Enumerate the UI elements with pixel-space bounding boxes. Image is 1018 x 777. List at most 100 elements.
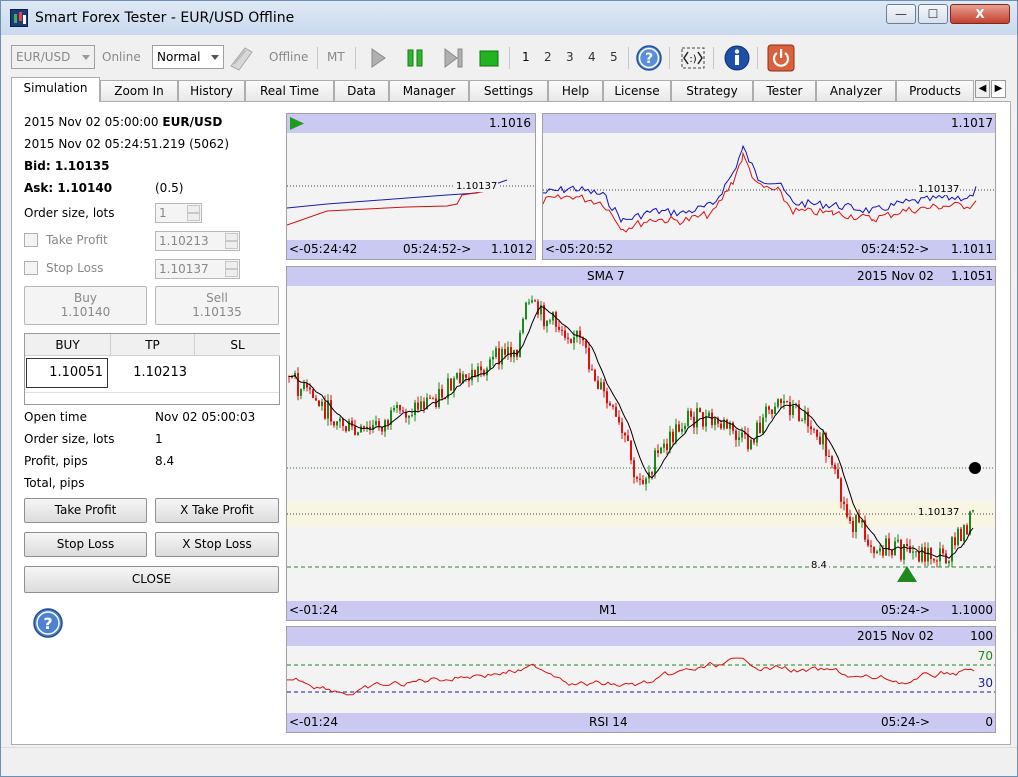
- tab-manager[interactable]: Manager: [389, 80, 469, 101]
- tab-help[interactable]: Help: [548, 80, 603, 101]
- sell-button[interactable]: Sell 1.10135: [155, 286, 279, 325]
- tab-scroll-right-icon[interactable]: ▶: [991, 80, 1006, 98]
- buy-arrow-icon: [897, 566, 917, 582]
- candle-body: [315, 398, 317, 401]
- tab-simulation[interactable]: Simulation: [11, 77, 100, 102]
- candle-body: [333, 421, 335, 426]
- tab-products[interactable]: Products: [896, 80, 974, 101]
- main-chart[interactable]: SMA 7 2015 Nov 02 1.1051 1.10137 8.4 <-0…: [286, 266, 996, 621]
- candle-body: [765, 406, 767, 418]
- play-icon[interactable]: [363, 44, 391, 72]
- stepper-down-icon[interactable]: [187, 213, 200, 221]
- candle-body: [558, 326, 560, 330]
- stop-loss-button[interactable]: Stop Loss: [24, 532, 147, 557]
- spread-value: (0.5): [155, 181, 184, 195]
- speed-1[interactable]: 1: [522, 50, 530, 64]
- x-take-profit-button[interactable]: X Take Profit: [155, 498, 279, 523]
- grid-cell-buy[interactable]: 1.10051: [26, 358, 108, 388]
- stop-icon[interactable]: [475, 44, 503, 72]
- tab-zoom-in[interactable]: Zoom In: [100, 80, 178, 101]
- offline-disk-icon[interactable]: [227, 44, 255, 72]
- stepper-up-icon[interactable]: [225, 233, 238, 241]
- tab-data[interactable]: Data: [334, 80, 389, 101]
- tab-analyzer[interactable]: Analyzer: [816, 80, 896, 101]
- chart-footer: <-05:20:52 05:24:52-> 1.1011: [543, 240, 995, 259]
- candle-body: [471, 369, 473, 381]
- tab-tester[interactable]: Tester: [753, 80, 816, 101]
- candle-body: [693, 416, 695, 428]
- speed-4[interactable]: 4: [588, 50, 596, 64]
- grid-cell-tp[interactable]: 1.10213: [111, 356, 191, 390]
- candle-body: [636, 477, 638, 479]
- help-icon[interactable]: ?: [32, 607, 64, 639]
- maximize-button[interactable]: ☐: [918, 4, 948, 24]
- close-window-button[interactable]: X: [950, 4, 1010, 24]
- take-profit-button[interactable]: Take Profit: [24, 498, 147, 523]
- tab-scroll-left-icon[interactable]: ◀: [975, 80, 990, 98]
- candle-body: [738, 437, 740, 440]
- tick-chart-1[interactable]: 1.1016 1.10137 <-05:24:42 05:24:52-> 1.1…: [286, 113, 536, 260]
- mode-select[interactable]: Normal: [152, 45, 224, 69]
- speed-3[interactable]: 3: [566, 50, 574, 64]
- close-position-button[interactable]: CLOSE: [24, 566, 279, 593]
- tab-strategy[interactable]: Strategy: [671, 80, 753, 101]
- tab-real-time[interactable]: Real Time: [245, 80, 334, 101]
- speed-5[interactable]: 5: [610, 50, 618, 64]
- stepper-up-icon[interactable]: [225, 261, 238, 269]
- stepper-down-icon[interactable]: [225, 241, 238, 249]
- help-icon[interactable]: ?: [635, 44, 663, 72]
- candle-body: [615, 406, 617, 417]
- fullscreen-icon[interactable]: :): [679, 44, 707, 72]
- mt-label[interactable]: MT: [327, 50, 345, 64]
- tab-license[interactable]: License: [603, 80, 671, 101]
- footer-mid: 05:24:52->: [861, 242, 930, 256]
- candle-body: [627, 435, 629, 441]
- stop-loss-stepper[interactable]: 1.10137: [155, 259, 240, 279]
- tab-settings[interactable]: Settings: [469, 80, 548, 101]
- online-label[interactable]: Online: [102, 50, 141, 64]
- buy-button[interactable]: Buy 1.10140: [24, 286, 147, 325]
- stepper-up-icon[interactable]: [187, 205, 200, 213]
- candle-body: [786, 401, 788, 403]
- tab-history[interactable]: History: [178, 80, 245, 101]
- take-profit-checkbox[interactable]: [24, 233, 38, 247]
- candle-body: [546, 320, 548, 327]
- stop-loss-checkbox[interactable]: [24, 261, 38, 275]
- candle-body: [639, 478, 641, 480]
- grid-header-buy: BUY: [25, 334, 111, 356]
- order-size-stepper[interactable]: 1: [155, 203, 202, 223]
- step-forward-icon[interactable]: [439, 44, 467, 72]
- symbol-select[interactable]: EUR/USD: [11, 45, 95, 69]
- play-marker-icon[interactable]: [289, 116, 305, 131]
- grid-header-tp: TP: [111, 334, 195, 356]
- x-stop-loss-button[interactable]: X Stop Loss: [155, 532, 279, 557]
- rsi-plot: [287, 657, 995, 696]
- rsi-chart[interactable]: 2015 Nov 02 100 70 30 <-01:24 RSI 14 05:…: [286, 626, 996, 733]
- drag-handle-icon[interactable]: [969, 462, 981, 474]
- candle-body: [801, 420, 803, 422]
- tick-chart-2[interactable]: 1.1017 1.10137 <-05:20:52 05:24:52-> 1.1…: [542, 113, 996, 260]
- rsi-upper-level: 70: [977, 649, 993, 663]
- offline-label[interactable]: Offline: [269, 50, 308, 64]
- candle-body: [531, 300, 533, 303]
- minimize-button[interactable]: —: [886, 4, 916, 24]
- grid-cell-sl[interactable]: [195, 356, 275, 390]
- take-profit-stepper[interactable]: 1.10213: [155, 231, 240, 251]
- toolbar-separator: [317, 47, 318, 69]
- sell-price: 1.10135: [192, 305, 242, 319]
- candle-body: [489, 359, 491, 369]
- stepper-down-icon[interactable]: [225, 269, 238, 277]
- candle-body: [456, 372, 458, 379]
- candle-body: [720, 423, 722, 429]
- chevron-down-icon: [82, 55, 90, 60]
- info-icon[interactable]: [723, 44, 751, 72]
- pause-icon[interactable]: [401, 44, 429, 72]
- candle-body: [675, 424, 677, 443]
- candle-body: [642, 479, 644, 485]
- chart-top-price: 1.1017: [951, 116, 993, 130]
- candle-body: [783, 401, 785, 404]
- candle-body: [321, 401, 323, 406]
- candle-body: [549, 320, 551, 322]
- power-icon[interactable]: [767, 44, 795, 72]
- speed-2[interactable]: 2: [544, 50, 552, 64]
